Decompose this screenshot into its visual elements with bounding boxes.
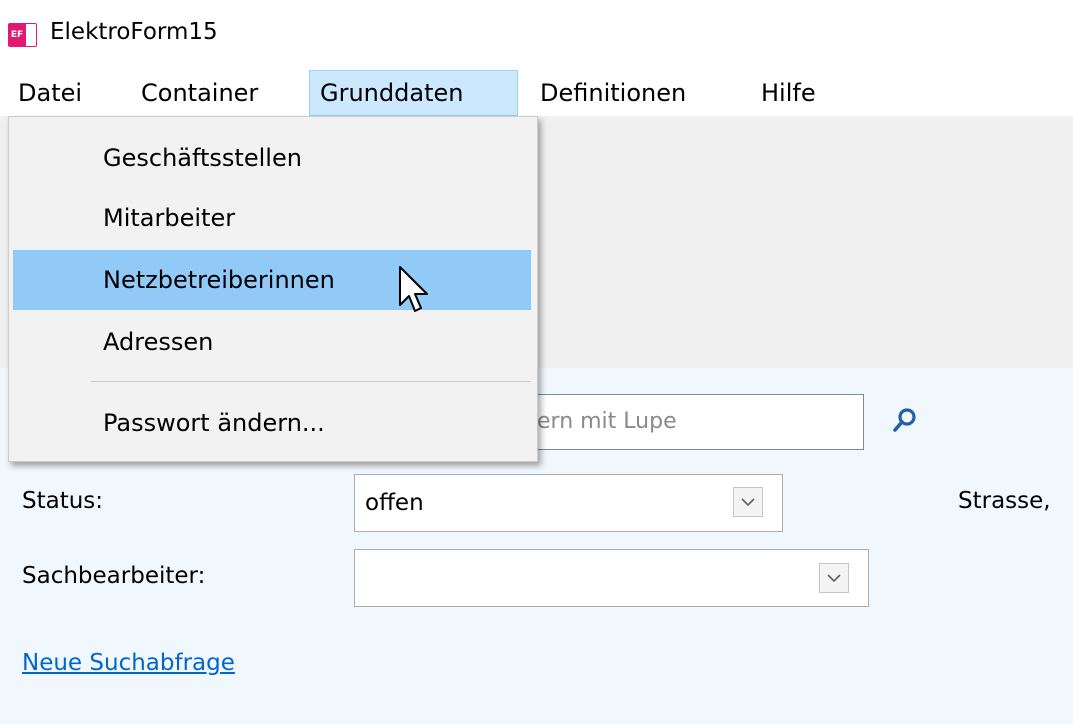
- app-logo-icon: EF: [8, 23, 38, 47]
- clerk-label: Sachbearbeiter:: [22, 563, 206, 589]
- new-query-link[interactable]: Neue Suchabfrage: [22, 650, 235, 676]
- search-placeholder: ern mit Lupe: [537, 409, 677, 434]
- menu-separator: [91, 381, 531, 382]
- menu-item-mitarbeiter[interactable]: Mitarbeiter: [13, 188, 531, 248]
- status-label: Status:: [22, 488, 104, 514]
- search-input[interactable]: ern mit Lupe: [526, 394, 864, 450]
- menu-item-adressen[interactable]: Adressen: [13, 312, 531, 372]
- menu-datei[interactable]: Datei: [8, 70, 92, 116]
- street-label: Strasse,: [958, 488, 1051, 514]
- menu-item-geschaeftsstellen[interactable]: Geschäftsstellen: [13, 128, 531, 188]
- search-icon[interactable]: [890, 406, 920, 436]
- menu-bar: Datei Container Grunddaten Definitionen …: [0, 70, 1073, 116]
- menu-hilfe[interactable]: Hilfe: [751, 70, 826, 116]
- menu-grunddaten[interactable]: Grunddaten: [309, 70, 518, 116]
- grunddaten-dropdown-menu: Geschäftsstellen Mitarbeiter Netzbetreib…: [8, 116, 538, 462]
- title-bar: EF ElektroForm15: [0, 0, 1073, 70]
- menu-item-passwort-aendern[interactable]: Passwort ändern...: [13, 393, 531, 453]
- status-value: offen: [365, 490, 424, 516]
- menu-item-netzbetreiberinnen[interactable]: Netzbetreiberinnen: [13, 250, 531, 310]
- status-select[interactable]: offen: [354, 474, 783, 532]
- menu-container[interactable]: Container: [131, 70, 268, 116]
- clerk-select[interactable]: [354, 549, 869, 607]
- mouse-cursor-icon: [398, 265, 438, 325]
- chevron-down-icon[interactable]: [819, 563, 849, 593]
- menu-definitionen[interactable]: Definitionen: [530, 70, 696, 116]
- window-title: ElektroForm15: [50, 19, 218, 45]
- chevron-down-icon[interactable]: [733, 487, 763, 517]
